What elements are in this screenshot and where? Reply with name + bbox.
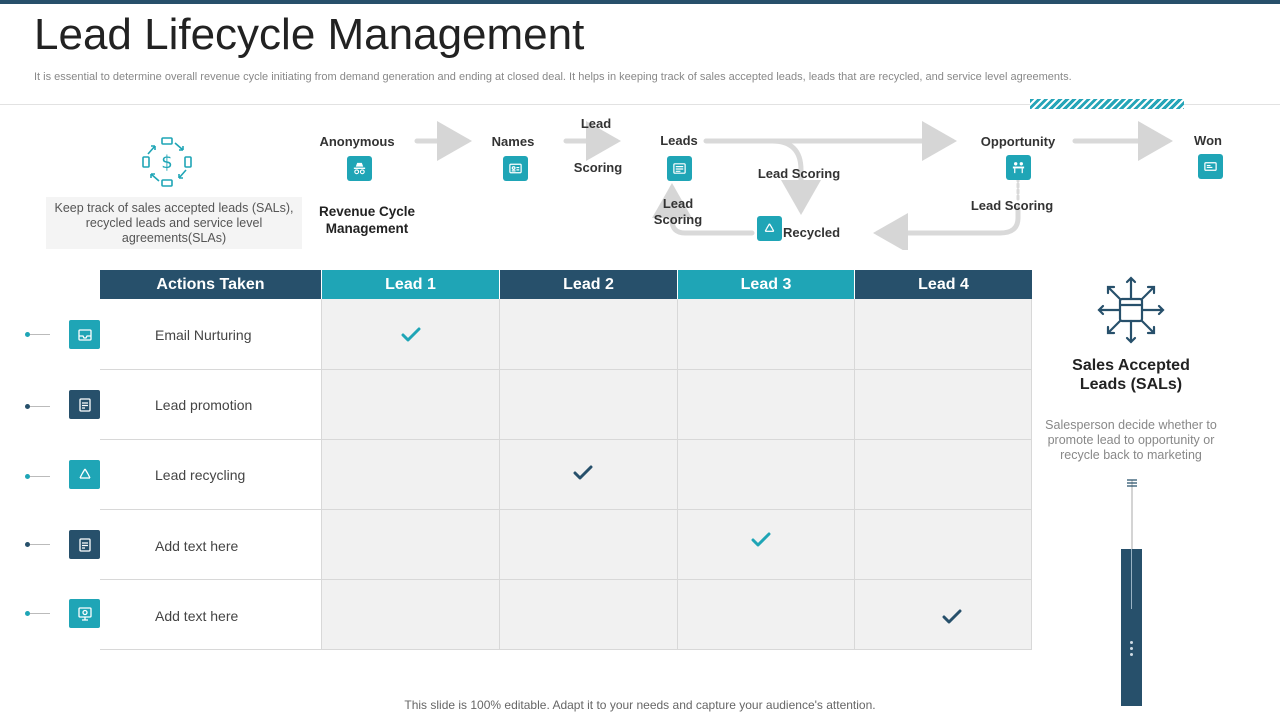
row-icon-email bbox=[69, 320, 100, 349]
checkmark-icon bbox=[401, 327, 421, 342]
header-lead-1: Lead 1 bbox=[322, 270, 499, 299]
top-accent-bar bbox=[0, 0, 1280, 4]
leads-card-icon bbox=[673, 163, 686, 174]
recycled-node bbox=[757, 216, 782, 241]
header-actions-taken: Actions Taken bbox=[100, 270, 321, 299]
header-lead-3: Lead 3 bbox=[678, 270, 854, 299]
action-text: Email Nurturing bbox=[155, 327, 252, 343]
flow-lead-scoring-top-2: Scoring bbox=[573, 160, 623, 175]
row-divider bbox=[100, 649, 1032, 650]
row-bullet-line bbox=[30, 334, 50, 335]
checkmark-icon bbox=[942, 609, 962, 624]
left-description: Keep track of sales accepted leads (SALs… bbox=[46, 197, 302, 249]
row-divider bbox=[100, 509, 1032, 510]
row-bullet-line bbox=[30, 406, 50, 407]
decorative-pillar bbox=[1121, 549, 1142, 706]
header-lead-4: Lead 4 bbox=[855, 270, 1032, 299]
flow-lead-scoring-mid: Lead Scoring bbox=[757, 166, 841, 181]
row-icon-document bbox=[69, 530, 100, 559]
header-lead-2: Lead 2 bbox=[500, 270, 677, 299]
flow-names-label: Names bbox=[491, 134, 535, 149]
flow-opportunity-label: Opportunity bbox=[980, 134, 1056, 149]
id-card-icon bbox=[509, 163, 522, 174]
page-subtitle: It is essential to determine overall rev… bbox=[34, 71, 1072, 83]
flow-lead-scoring-left-1: Lead bbox=[662, 196, 694, 211]
incognito-icon bbox=[353, 162, 366, 175]
lead-1-column bbox=[321, 299, 499, 650]
checkmark-icon bbox=[751, 532, 771, 547]
hatch-decoration bbox=[1030, 99, 1184, 109]
footer-note: This slide is 100% editable. Adapt it to… bbox=[404, 698, 876, 712]
row-icon-promotion bbox=[69, 390, 100, 419]
names-node bbox=[503, 156, 528, 181]
network-hub-icon bbox=[1093, 272, 1169, 348]
anonymous-node bbox=[347, 156, 372, 181]
row-bullet-line bbox=[30, 544, 50, 545]
row-icon-presentation bbox=[69, 599, 100, 628]
flow-lead-scoring-left-2: Scoring bbox=[653, 212, 703, 227]
revenue-cycle-label: Revenue Cycle Management bbox=[318, 204, 416, 236]
pillar-connector bbox=[1127, 479, 1137, 556]
flow-lead-scoring-right: Lead Scoring bbox=[970, 198, 1054, 213]
row-icon-recycling bbox=[69, 460, 100, 489]
flow-anonymous-label: Anonymous bbox=[319, 134, 395, 149]
action-text: Lead recycling bbox=[155, 467, 246, 483]
leads-node bbox=[667, 156, 692, 181]
recycle-icon bbox=[764, 223, 775, 232]
checkmark-icon bbox=[573, 465, 593, 480]
flow-leads-label: Leads bbox=[660, 133, 698, 148]
email-inbox-icon bbox=[77, 328, 92, 341]
recycle-icon bbox=[78, 468, 91, 479]
people-table-icon bbox=[1012, 162, 1025, 174]
row-divider bbox=[100, 579, 1032, 580]
won-node bbox=[1198, 154, 1223, 179]
sal-description: Salesperson decide whether to promote le… bbox=[1045, 418, 1217, 462]
flow-recycled-label: Recycled bbox=[783, 225, 841, 240]
action-text: Lead promotion bbox=[155, 397, 253, 413]
row-bullet-line bbox=[30, 476, 50, 477]
action-text: Add text here bbox=[155, 538, 239, 554]
row-divider bbox=[100, 369, 1032, 370]
flow-lead-scoring-top-1: Lead bbox=[580, 116, 612, 131]
flow-won-label: Won bbox=[1194, 133, 1222, 148]
document-chart-icon bbox=[78, 397, 91, 412]
ticket-icon bbox=[1204, 162, 1217, 171]
action-text: Add text here bbox=[155, 608, 239, 624]
row-divider bbox=[100, 439, 1032, 440]
lead-3-column bbox=[677, 299, 854, 650]
sal-title: Sales Accepted Leads (SALs) bbox=[1072, 357, 1190, 393]
opportunity-node bbox=[1006, 155, 1031, 180]
lead-4-column bbox=[854, 299, 1032, 650]
dollar-cycle-icon: $ bbox=[141, 136, 193, 188]
document-chart-icon bbox=[78, 537, 91, 552]
svg-text:$: $ bbox=[161, 152, 172, 173]
presentation-board-icon bbox=[77, 606, 92, 621]
row-bullet-line bbox=[30, 613, 50, 614]
page-title: Lead Lifecycle Management bbox=[34, 10, 585, 59]
